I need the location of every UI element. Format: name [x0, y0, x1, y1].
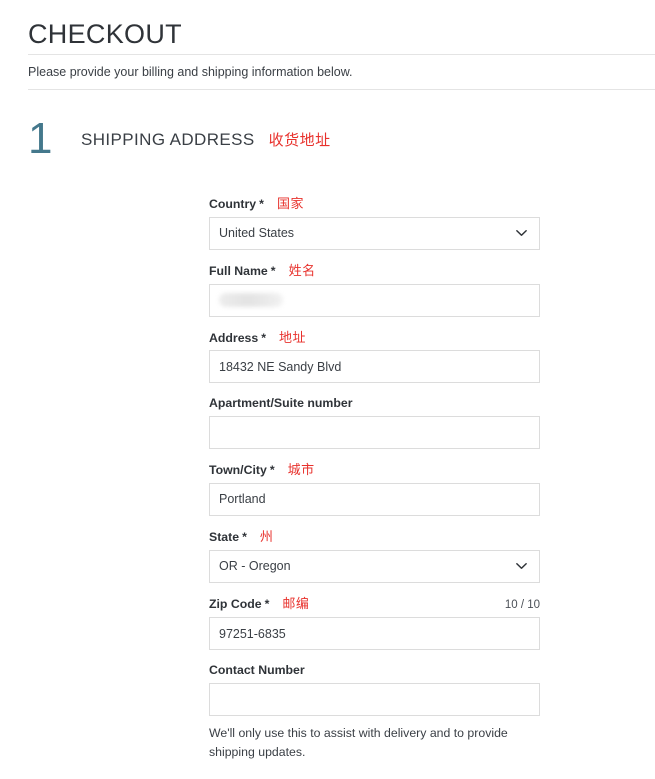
form-field: Apartment/Suite number: [209, 396, 540, 449]
required-asterisk: *: [264, 596, 270, 611]
field-label-row: Country * 国家: [209, 196, 540, 212]
character-counter: 10 / 10: [504, 598, 540, 611]
form-field: Full Name * 姓名: [209, 263, 540, 317]
select-control[interactable]: United States: [209, 216, 540, 250]
intro-text: Please provide your billing and shipping…: [28, 65, 353, 79]
field-label-group: Zip Code * 邮编: [209, 596, 309, 612]
field-label: Country: [209, 197, 257, 211]
chevron-down-icon[interactable]: [515, 560, 528, 573]
field-label-row: Town/City * 城市: [209, 462, 540, 478]
text-input[interactable]: [209, 283, 540, 317]
form-field: State * 州 OR - Oregon: [209, 529, 540, 583]
field-label-group: Address * 地址: [209, 330, 306, 346]
text-input[interactable]: 97251-6835: [209, 617, 540, 651]
field-label-annotation: 地址: [279, 329, 307, 345]
field-label-group: Apartment/Suite number: [209, 396, 352, 411]
required-asterisk: *: [270, 263, 276, 278]
field-label: State: [209, 529, 240, 544]
required-asterisk: *: [259, 197, 264, 211]
step-title: SHIPPING ADDRESS 收货地址: [81, 130, 331, 150]
field-label: Full Name: [209, 263, 268, 278]
field-label: Apartment/Suite number: [209, 396, 353, 411]
field-value: Portland: [219, 492, 266, 506]
field-label-row: Address * 地址: [209, 330, 540, 346]
field-value: United States: [219, 226, 295, 240]
text-input[interactable]: [209, 416, 540, 449]
page-title: CHECKOUT: [28, 19, 182, 49]
field-label: Address: [209, 330, 259, 345]
field-label: Town/City: [209, 463, 267, 477]
field-label-row: Zip Code * 邮编 10 / 10: [209, 596, 540, 613]
form-field: Contact Number We'll only use this to ass…: [209, 663, 540, 762]
field-label-row: State * 州: [209, 529, 540, 545]
field-value: OR - Oregon: [219, 558, 291, 573]
required-asterisk: *: [269, 463, 275, 477]
field-label-annotation: 州: [259, 528, 274, 544]
field-label-annotation: 国家: [276, 196, 304, 211]
field-label-group: Country * 国家: [209, 196, 304, 212]
form-field: Zip Code * 邮编 10 / 10 97251-6835: [209, 596, 540, 651]
field-label-group: Contact Number: [209, 663, 305, 678]
form-field: Address * 地址 18432 NE Sandy Blvd: [209, 330, 540, 384]
required-asterisk: *: [242, 529, 247, 544]
field-label: Contact Number: [209, 663, 305, 678]
select-control[interactable]: OR - Oregon: [209, 549, 540, 583]
field-label-annotation: 姓名: [288, 262, 316, 278]
step-number: 1: [28, 114, 53, 163]
text-input[interactable]: Portland: [209, 482, 540, 516]
divider-bottom: [28, 89, 655, 90]
field-helper-text: We'll only use this to assist with deliv…: [209, 726, 508, 760]
chevron-down-icon[interactable]: [515, 227, 528, 240]
field-label-group: Full Name * 姓名: [209, 263, 316, 279]
text-input[interactable]: 18432 NE Sandy Blvd: [209, 350, 540, 384]
form-field: Country * 国家 United States: [209, 196, 540, 250]
field-label-row: Apartment/Suite number: [209, 396, 540, 411]
required-asterisk: *: [261, 330, 267, 345]
divider-top: [28, 54, 655, 55]
field-label-group: Town/City * 城市: [209, 462, 315, 478]
step-title-annotation: 收货地址: [268, 132, 331, 149]
form-field: Town/City * 城市 Portland: [209, 462, 540, 516]
step-title-label: SHIPPING ADDRESS: [81, 130, 255, 149]
shipping-address-form: Country * 国家 United States Full Name * 姓名 Addre…: [209, 196, 540, 775]
field-label-row: Contact Number: [209, 663, 540, 678]
field-label: Zip Code: [209, 596, 262, 611]
field-value: 18432 NE Sandy Blvd: [219, 359, 342, 374]
field-value: 97251-6835: [219, 626, 286, 641]
checkout-page: CHECKOUT Please provide your billing and…: [0, 0, 655, 779]
field-label-annotation: 邮编: [282, 595, 310, 611]
redacted-value: [219, 293, 283, 307]
field-label-annotation: 城市: [287, 462, 315, 477]
text-input[interactable]: [209, 683, 540, 717]
field-label-row: Full Name * 姓名: [209, 263, 540, 279]
field-label-group: State * 州: [209, 529, 273, 545]
